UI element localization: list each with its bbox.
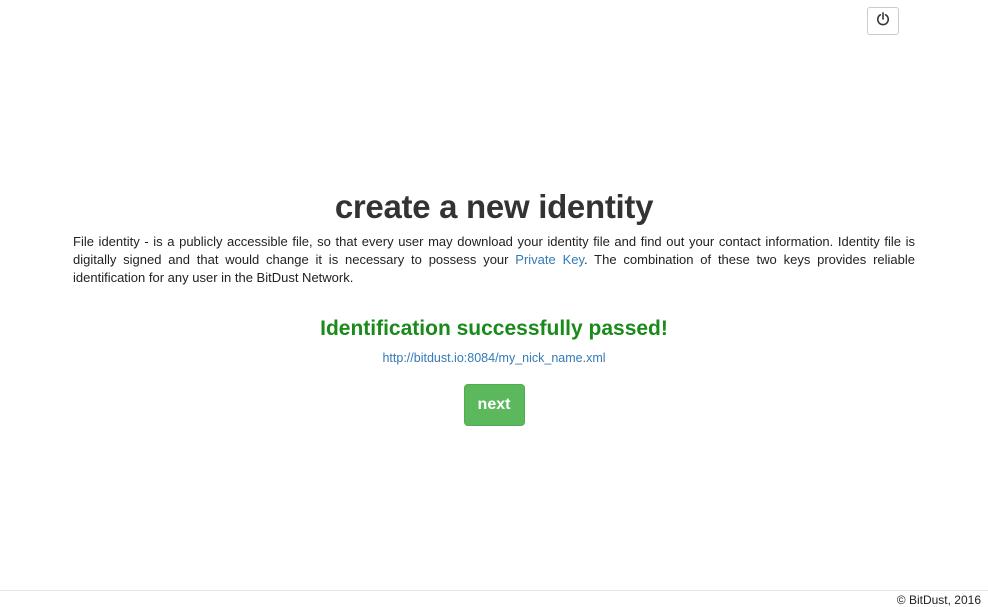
identity-description: File identity - is a publicly accessible… (73, 233, 915, 287)
private-key-link[interactable]: Private Key (515, 252, 584, 267)
identity-url-link[interactable]: http://bitdust.io:8084/my_nick_name.xml (382, 351, 605, 365)
identity-link-container: http://bitdust.io:8084/my_nick_name.xml (73, 349, 915, 367)
page: create a new identity File identity - is… (0, 0, 988, 607)
main-content: create a new identity File identity - is… (73, 186, 915, 426)
next-button-container: next (73, 384, 915, 426)
footer-copyright: © BitDust, 2016 (896, 593, 981, 607)
power-icon (876, 11, 890, 31)
power-button[interactable] (867, 7, 899, 35)
next-button[interactable]: next (463, 384, 525, 426)
page-title: create a new identity (334, 188, 654, 225)
footer-divider (0, 590, 988, 591)
success-message: Identification successfully passed! (320, 317, 668, 340)
